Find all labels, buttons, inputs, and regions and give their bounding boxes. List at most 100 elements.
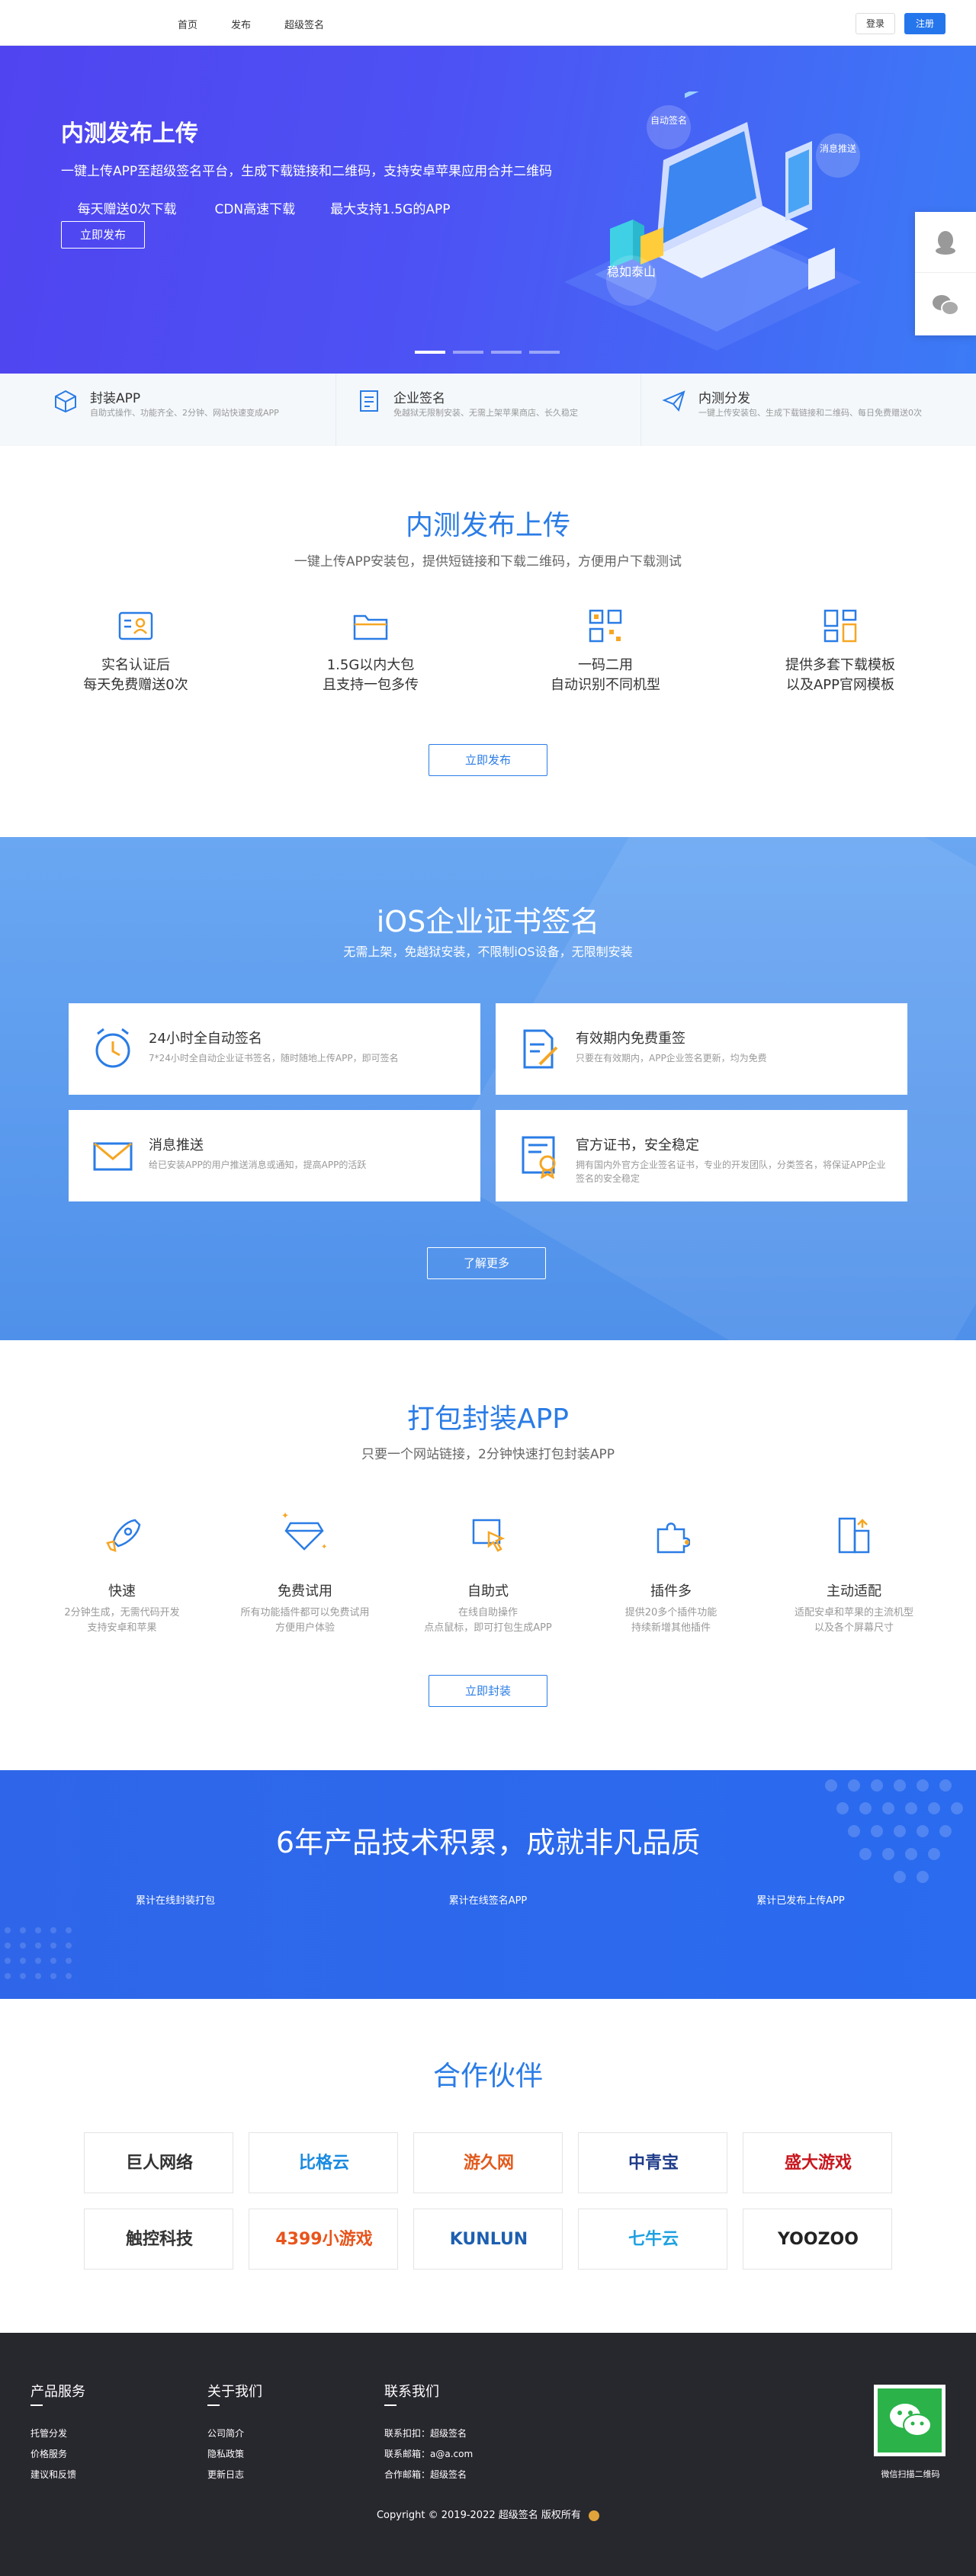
feature-line: 自动识别不同机型 — [551, 677, 660, 693]
cube-icon — [55, 390, 76, 413]
paper-plane-icon — [662, 390, 685, 412]
pack-desc-line: 所有功能插件都可以免费试用 — [240, 1607, 370, 1618]
partner-logo: 中青宝 — [578, 2132, 727, 2193]
stats-title: 6年产品技术积累，成就非凡品质 — [275, 1826, 701, 1859]
pack-desc-line: 2分钟生成，无需代码开发 — [64, 1607, 180, 1618]
strip-divider — [640, 374, 641, 446]
carousel-dot-2[interactable] — [453, 351, 483, 354]
pack-desc-line: 以及各个屏幕尺寸 — [814, 1622, 894, 1634]
partner-logo-text: 比格云 — [298, 2154, 349, 2173]
partner-logo: 触控科技 — [84, 2209, 233, 2270]
ios-card-auto-sign: 24小时全自动签名 7*24小时全自动企业证书签名，随时随地上传APP，即可签名 — [69, 1003, 480, 1095]
side-contact-panel — [915, 212, 976, 335]
pack-desc-line: 点点鼠标，即可打包生成APP — [424, 1622, 552, 1634]
hero-banner: 内测发布上传 一键上传APP至超级签名平台，生成下载链接和二维码，支持安卓苹果应… — [0, 46, 976, 374]
pack-desc-line: 支持安卓和苹果 — [87, 1622, 157, 1634]
carousel-dot-1[interactable] — [415, 351, 445, 354]
feature-line: 1.5G以内大包 — [326, 657, 415, 673]
wechat-contact-button[interactable] — [915, 274, 976, 335]
id-card-icon — [118, 611, 153, 640]
partner-logo-text: 中青宝 — [628, 2154, 679, 2173]
footer-link[interactable]: 价格服务 — [30, 2447, 67, 2460]
feature-strip: 封装APP 自助式操作、功能齐全、2分钟、网站快速变成APP 企业签名 免越狱无… — [0, 374, 976, 446]
edit-document-icon — [523, 1029, 558, 1069]
bubble-stable: 稳如泰山 — [606, 255, 657, 306]
partner-logo: YOOZOO — [743, 2209, 892, 2270]
footer-link[interactable]: 更新日志 — [207, 2468, 244, 2481]
hero-publish-button[interactable]: 立即发布 — [61, 221, 145, 249]
nav-super-sign[interactable]: 超级签名 — [284, 17, 324, 31]
card-title: 消息推送 — [149, 1137, 204, 1153]
pack-section-title: 打包封装APP — [406, 1403, 570, 1435]
strip-item-distribute[interactable]: 内测分发 一键上传安装包、生成下载链接和二维码、每日免费赠送0次 — [662, 374, 967, 446]
partner-logo: KUNLUN — [413, 2209, 563, 2270]
card-description: 只要在有效期内，APP企业签名更新，均为免费 — [576, 1053, 767, 1063]
partner-logo-text: 七牛云 — [628, 2230, 679, 2249]
strip-item-enterprise[interactable]: 企业签名 免越狱无限制安装、无需上架苹果商店、长久稳定 — [357, 374, 662, 446]
document-icon — [360, 390, 378, 412]
wechat-qr-label: 微信扫描二维码 — [881, 2469, 940, 2479]
stats-section: 6年产品技术积累，成就非凡品质 累计在线封装打包 累计在线签名APP 累计已发布… — [0, 1770, 976, 1999]
hero-title: 内测发布上传 — [61, 120, 198, 147]
qq-contact-button[interactable] — [915, 212, 976, 273]
wechat-qr-code — [874, 2385, 946, 2456]
footer-contact-qq: 联系扣扣：超级签名 — [384, 2428, 467, 2439]
footer-link[interactable]: 公司简介 — [207, 2427, 244, 2440]
wechat-icon — [933, 295, 959, 316]
feature-line: 实名认证后 — [101, 657, 170, 673]
card-title: 官方证书，安全稳定 — [576, 1137, 699, 1153]
footer-col-title: 联系我们 — [384, 2384, 439, 2400]
footer-col-title: 关于我们 — [207, 2384, 262, 2400]
footer-link[interactable]: 托管分发 — [30, 2427, 67, 2440]
svg-text:✦: ✦ — [321, 1543, 327, 1551]
pack-label: 快速 — [108, 1583, 136, 1599]
qr-code-icon — [589, 609, 622, 643]
partner-logo: 巨人网络 — [84, 2132, 233, 2193]
partner-logo: 游久网 — [413, 2132, 563, 2193]
ios-card-free-resign: 有效期内免费重签 只要在有效期内，APP企业签名更新，均为免费 — [496, 1003, 907, 1095]
nav-home[interactable]: 首页 — [178, 17, 197, 31]
hero-description: 一键上传APP至超级签名平台，生成下载链接和二维码，支持安卓苹果应用合并二维码 — [61, 164, 553, 179]
partner-logo-text: 巨人网络 — [125, 2154, 193, 2173]
learn-more-button[interactable]: 了解更多 — [427, 1247, 546, 1279]
register-button[interactable]: 注册 — [904, 13, 946, 34]
pack-desc-line: 适配安卓和苹果的主流机型 — [794, 1607, 913, 1618]
card-title: 有效期内免费重签 — [576, 1031, 685, 1047]
folder-icon — [353, 614, 388, 640]
partner-logo-text: 4399小游戏 — [275, 2230, 373, 2249]
laptop-illustration — [564, 91, 862, 351]
publish-now-button[interactable]: 立即发布 — [429, 744, 547, 776]
ios-card-push: 消息推送 给已安装APP的用户推送消息或通知，提高APP的活跃 — [69, 1110, 480, 1201]
stat-publish-label: 累计已发布上传APP — [756, 1895, 845, 1907]
pack-section-subtitle: 只要一个网站链接，2分钟快速打包封装APP — [361, 1447, 615, 1462]
stat-pack-label: 累计在线封装打包 — [135, 1895, 215, 1907]
hero-feature-size: 最大支持1.5G的APP — [330, 202, 451, 217]
login-button[interactable]: 登录 — [856, 13, 895, 34]
carousel-dot-4[interactable] — [529, 351, 560, 354]
nav-publish[interactable]: 发布 — [231, 17, 251, 31]
copyright-text: Copyright © 2019-2022 超级签名 版权所有 — [376, 2510, 581, 2521]
strip-title-distribute: 内测分发 — [698, 391, 750, 406]
footer-link[interactable]: 建议和反馈 — [30, 2468, 76, 2481]
police-badge-icon — [589, 2510, 600, 2521]
feature-line: 一码二用 — [578, 657, 633, 673]
pack-now-button[interactable]: 立即封装 — [429, 1675, 547, 1707]
partners-title: 合作伙伴 — [432, 2061, 543, 2092]
footer-contact-email[interactable]: 联系邮箱：a@a.com — [384, 2447, 473, 2460]
card-title: 24小时全自动签名 — [149, 1031, 262, 1047]
strip-item-pack[interactable]: 封装APP 自助式操作、功能齐全、2分钟、网站快速变成APP — [53, 374, 358, 446]
footer-link[interactable]: 隐私政策 — [207, 2447, 244, 2460]
pack-desc-line: 持续新增其他插件 — [631, 1622, 711, 1634]
bubble-auto-sign: 自动签名 — [647, 105, 691, 149]
partner-logo-text: YOOZOO — [778, 2230, 859, 2249]
carousel-dot-3[interactable] — [491, 351, 522, 354]
partner-logo: 七牛云 — [578, 2209, 727, 2270]
feature-line: 提供多套下载模板 — [785, 657, 895, 673]
hero-feature-free: 每天赠送0次下载 — [77, 202, 177, 217]
partner-logo: 比格云 — [249, 2132, 398, 2193]
envelope-icon — [93, 1142, 133, 1171]
cursor-click-icon — [472, 1519, 506, 1552]
strip-sub-enterprise: 免越狱无限制安装、无需上架苹果商店、长久稳定 — [393, 408, 578, 418]
partner-logo: 盛大游戏 — [743, 2132, 892, 2193]
footer-title-bar — [207, 2404, 220, 2406]
